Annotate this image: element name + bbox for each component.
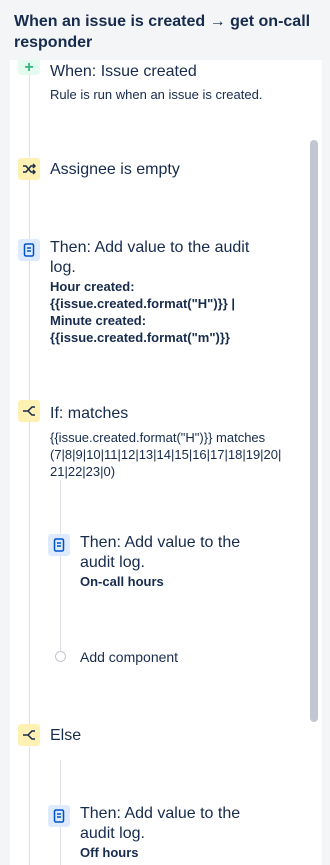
if-matches-desc-line2: (7|8|9|10|11|12|13|14|15|16|17|18|19|20| <box>50 447 282 462</box>
if-matches-title[interactable]: If: matches <box>50 404 128 424</box>
flow-line-main <box>29 72 30 865</box>
action-audit-1-desc-line2: {{issue.created.format("H")}} | <box>50 296 236 311</box>
action-audit-1-desc-line4: {{issue.created.format("m")}} <box>50 330 230 345</box>
audit-log-icon <box>18 239 40 261</box>
scrollbar-thumb[interactable] <box>310 140 318 722</box>
rule-title: When an issue is created → get on-call r… <box>14 13 311 51</box>
action-audit-1-title-line2[interactable]: log. <box>50 258 76 278</box>
condition-shuffle-icon <box>18 158 40 180</box>
action-audit-1-desc-line3: Minute created: <box>50 313 147 328</box>
else-title[interactable]: Else <box>50 726 81 746</box>
action-audit-2-desc: On-call hours <box>80 574 164 589</box>
trigger-plus-icon: + <box>18 60 40 76</box>
condition-assignee-title[interactable]: Assignee is empty <box>50 160 180 180</box>
action-audit-2-title-line1[interactable]: Then: Add value to the <box>80 533 240 553</box>
action-audit-2-title-line2[interactable]: audit log. <box>80 553 145 573</box>
flow-line-if-branch <box>60 480 61 660</box>
audit-log-icon <box>48 805 70 827</box>
action-audit-3-desc: Off hours <box>80 845 139 860</box>
if-branch-icon <box>18 400 40 422</box>
add-component-button[interactable]: Add component <box>80 648 178 666</box>
trigger-description: Rule is run when an issue is created. <box>50 87 263 102</box>
audit-log-icon <box>48 534 70 556</box>
trigger-title[interactable]: When: Issue created <box>50 62 197 82</box>
if-matches-desc-line1: {{issue.created.format("H")}} matches <box>50 430 266 445</box>
action-audit-1-title-line1[interactable]: Then: Add value to the audit <box>50 238 249 258</box>
action-audit-3-title-line2[interactable]: audit log. <box>80 824 145 844</box>
rule-flow-panel: + When: Issue created Rule is run when a… <box>10 60 306 865</box>
else-branch-icon <box>18 724 40 746</box>
if-matches-desc-line3: 21|22|23|0) <box>50 464 116 479</box>
action-audit-3-title-line1[interactable]: Then: Add value to the <box>80 804 240 824</box>
action-audit-1-desc-line1: Hour created: <box>50 279 135 294</box>
vertical-scrollbar[interactable] <box>306 60 322 865</box>
add-component-dot-icon[interactable] <box>55 651 66 662</box>
